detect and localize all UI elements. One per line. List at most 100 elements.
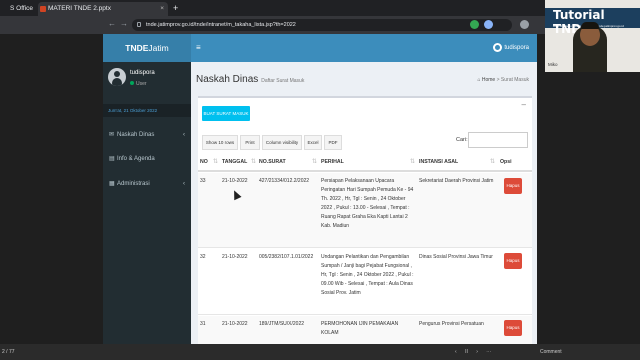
profile-avatar[interactable] <box>520 20 529 29</box>
sort-icon: ⇅ <box>311 159 317 165</box>
sidebar-item-label: Naskah Dinas <box>117 132 155 138</box>
url-input[interactable]: tnde.jatimprov.go.id/tnde/intranet/m_tak… <box>132 19 512 31</box>
user-panel: tudispora User <box>103 62 191 102</box>
sidebar-item-label: Info & Agenda <box>117 156 155 162</box>
table-header: NO ⇅ TANGGAL ⇅ NO.SURAT ⇅ PERIHAL ⇅ INSTANSI… <box>198 152 532 172</box>
brand-bold: TNDE <box>125 43 149 53</box>
forward-icon[interactable]: → <box>120 19 128 28</box>
brand-logo[interactable]: TNDEJatim <box>103 34 191 62</box>
more-icon[interactable]: ⋯ <box>486 349 491 355</box>
current-date: Jum'at, 21 Oktober 2022 <box>103 104 191 117</box>
col-header-label: Opsi <box>500 159 512 165</box>
col-header-perihal[interactable]: PERIHAL ⇅ <box>321 152 417 172</box>
cell-tanggal: 21-10-2022 <box>222 254 248 260</box>
lock-icon <box>137 22 141 27</box>
col-header-label: TANGGAL <box>222 159 248 165</box>
presentation-background <box>537 72 640 344</box>
slide-counter: 2 / 77 <box>2 349 15 355</box>
column-visibility-button[interactable]: Column visibility <box>262 135 302 150</box>
avatar <box>108 68 126 86</box>
col-header-no-surat[interactable]: NO.SURAT ⇅ <box>259 152 319 172</box>
cell-tanggal: 21-10-2022 <box>222 178 248 184</box>
cell-perihal: PERMOHONAN IJIN PEMAKAIAN KOLAM <box>321 321 399 336</box>
cell-no-surat: 189/JTM/SU/X/2022 <box>259 321 305 327</box>
file-icon: ▤ <box>109 156 115 162</box>
cell-perihal: Undangan Pelantikan dan Pengambilan Sump… <box>321 254 414 296</box>
surat-masuk-box: – BUAT SURAT MASUK Show 10 rows Print Co… <box>198 96 532 344</box>
cell-instansi: Sekretariat Daerah Provinsi Jatim <box>419 178 494 184</box>
sort-icon: ⇅ <box>409 159 415 165</box>
new-tab-button[interactable]: + <box>173 2 178 14</box>
col-header-label: NO.SURAT <box>259 159 286 165</box>
show-rows-button[interactable]: Show 10 rows <box>202 135 238 150</box>
extension-icon[interactable] <box>470 20 479 29</box>
menu-toggle-icon[interactable]: ≡ <box>196 43 201 52</box>
top-navbar: ≡ tudispora <box>191 34 537 62</box>
cell-tanggal: 21-10-2022 <box>222 321 248 327</box>
delete-button[interactable]: Hapus <box>504 178 522 194</box>
breadcrumb-current: Surat Masuk <box>500 77 529 83</box>
col-header-label: NO <box>200 159 208 165</box>
col-header-no[interactable]: NO ⇅ <box>200 152 220 172</box>
previous-icon[interactable]: ‹ <box>455 349 457 355</box>
mail-icon: ✉ <box>109 132 115 138</box>
tab-office[interactable]: S Office <box>0 2 36 16</box>
col-header-label: PERIHAL <box>321 159 344 165</box>
create-surat-button[interactable]: BUAT SURAT MASUK <box>202 106 250 121</box>
sidebar-item-administrasi[interactable]: ▦ Administrasi ‹ <box>103 175 191 193</box>
presentation-statusbar: 2 / 77 ‹ II › ⋯ Comment <box>0 344 640 360</box>
close-tab-icon[interactable]: × <box>160 2 164 16</box>
collapse-button[interactable]: – <box>522 100 526 109</box>
slide-controls: ‹ II › ⋯ <box>455 344 498 360</box>
comment-button[interactable]: Comment <box>540 344 562 360</box>
sort-icon: ⇅ <box>489 159 495 165</box>
pause-icon[interactable]: II <box>465 349 468 355</box>
sort-icon: ⇅ <box>212 159 218 165</box>
top-user-name: tudispora <box>504 45 529 52</box>
sidebar-item-label: Administrasi <box>117 181 150 187</box>
user-menu[interactable]: tudispora <box>493 43 529 52</box>
presenter-cap <box>581 22 599 29</box>
webcam-label: Miko <box>548 62 558 67</box>
breadcrumb-separator: > <box>496 77 500 83</box>
browser-tab-bar: S Office MATERI TNDE 2.pptx × + <box>0 0 640 16</box>
user-role: User <box>130 81 147 87</box>
sidebar-item-naskah-dinas[interactable]: ✉ Naskah Dinas ‹ <box>103 126 191 144</box>
next-icon[interactable]: › <box>476 349 478 355</box>
cell-no: 31 <box>200 321 206 327</box>
tab-label: MATERI TNDE 2.pptx <box>48 5 111 12</box>
cell-no: 33 <box>200 178 206 184</box>
page-title-text: Naskah Dinas <box>196 74 259 85</box>
main-content: Naskah Dinas Daftar Surat Masuk ⌂ Home > … <box>191 62 537 344</box>
search-input[interactable] <box>468 132 528 148</box>
user-name: tudispora <box>130 70 155 76</box>
col-header-instansi[interactable]: INSTANSI ASAL ⇅ <box>419 152 497 172</box>
tnde-app: TNDEJatim tudispora User Jum'at, 21 Okto… <box>103 34 537 344</box>
table-row: 33 21-10-2022 427/21334/012.2/2022 Persi… <box>198 173 532 248</box>
home-icon: ⌂ <box>477 77 481 83</box>
grid-icon: ▦ <box>109 181 115 187</box>
brand-rest: Jatim <box>148 43 169 53</box>
cell-perihal: Persiapan Pelaksanaan Upacara Peringatan… <box>321 178 414 229</box>
avatar <box>493 43 503 52</box>
powerpoint-icon <box>40 6 46 12</box>
print-button[interactable]: Print <box>240 135 260 150</box>
breadcrumb-home[interactable]: Home <box>482 77 495 83</box>
address-bar-row: ← → tnde.jatimprov.go.id/tnde/intranet/m… <box>0 16 545 34</box>
back-icon[interactable]: ← <box>108 19 116 28</box>
tab-pptx[interactable]: MATERI TNDE 2.pptx × <box>38 2 168 16</box>
delete-button[interactable]: Hapus <box>504 320 522 336</box>
col-header-label: INSTANSI ASAL <box>419 159 459 165</box>
url-text: tnde.jatimprov.go.id/tnde/intranet/m_tak… <box>146 22 296 28</box>
excel-button[interactable]: Excel <box>304 135 322 150</box>
page-subtitle: Daftar Surat Masuk <box>261 78 305 84</box>
pdf-button[interactable]: PDF <box>324 135 342 150</box>
sidebar-item-info-agenda[interactable]: ▤ Info & Agenda <box>103 150 191 168</box>
delete-button[interactable]: Hapus <box>504 253 522 269</box>
cell-no-surat: 427/21334/012.2/2022 <box>259 178 310 184</box>
cell-no: 32 <box>200 254 206 260</box>
extension-icon[interactable] <box>484 20 493 29</box>
breadcrumb: ⌂ Home > Surat Masuk <box>477 77 529 83</box>
col-header-tanggal[interactable]: TANGGAL ⇅ <box>222 152 258 172</box>
tab-label: S Office <box>10 5 34 12</box>
